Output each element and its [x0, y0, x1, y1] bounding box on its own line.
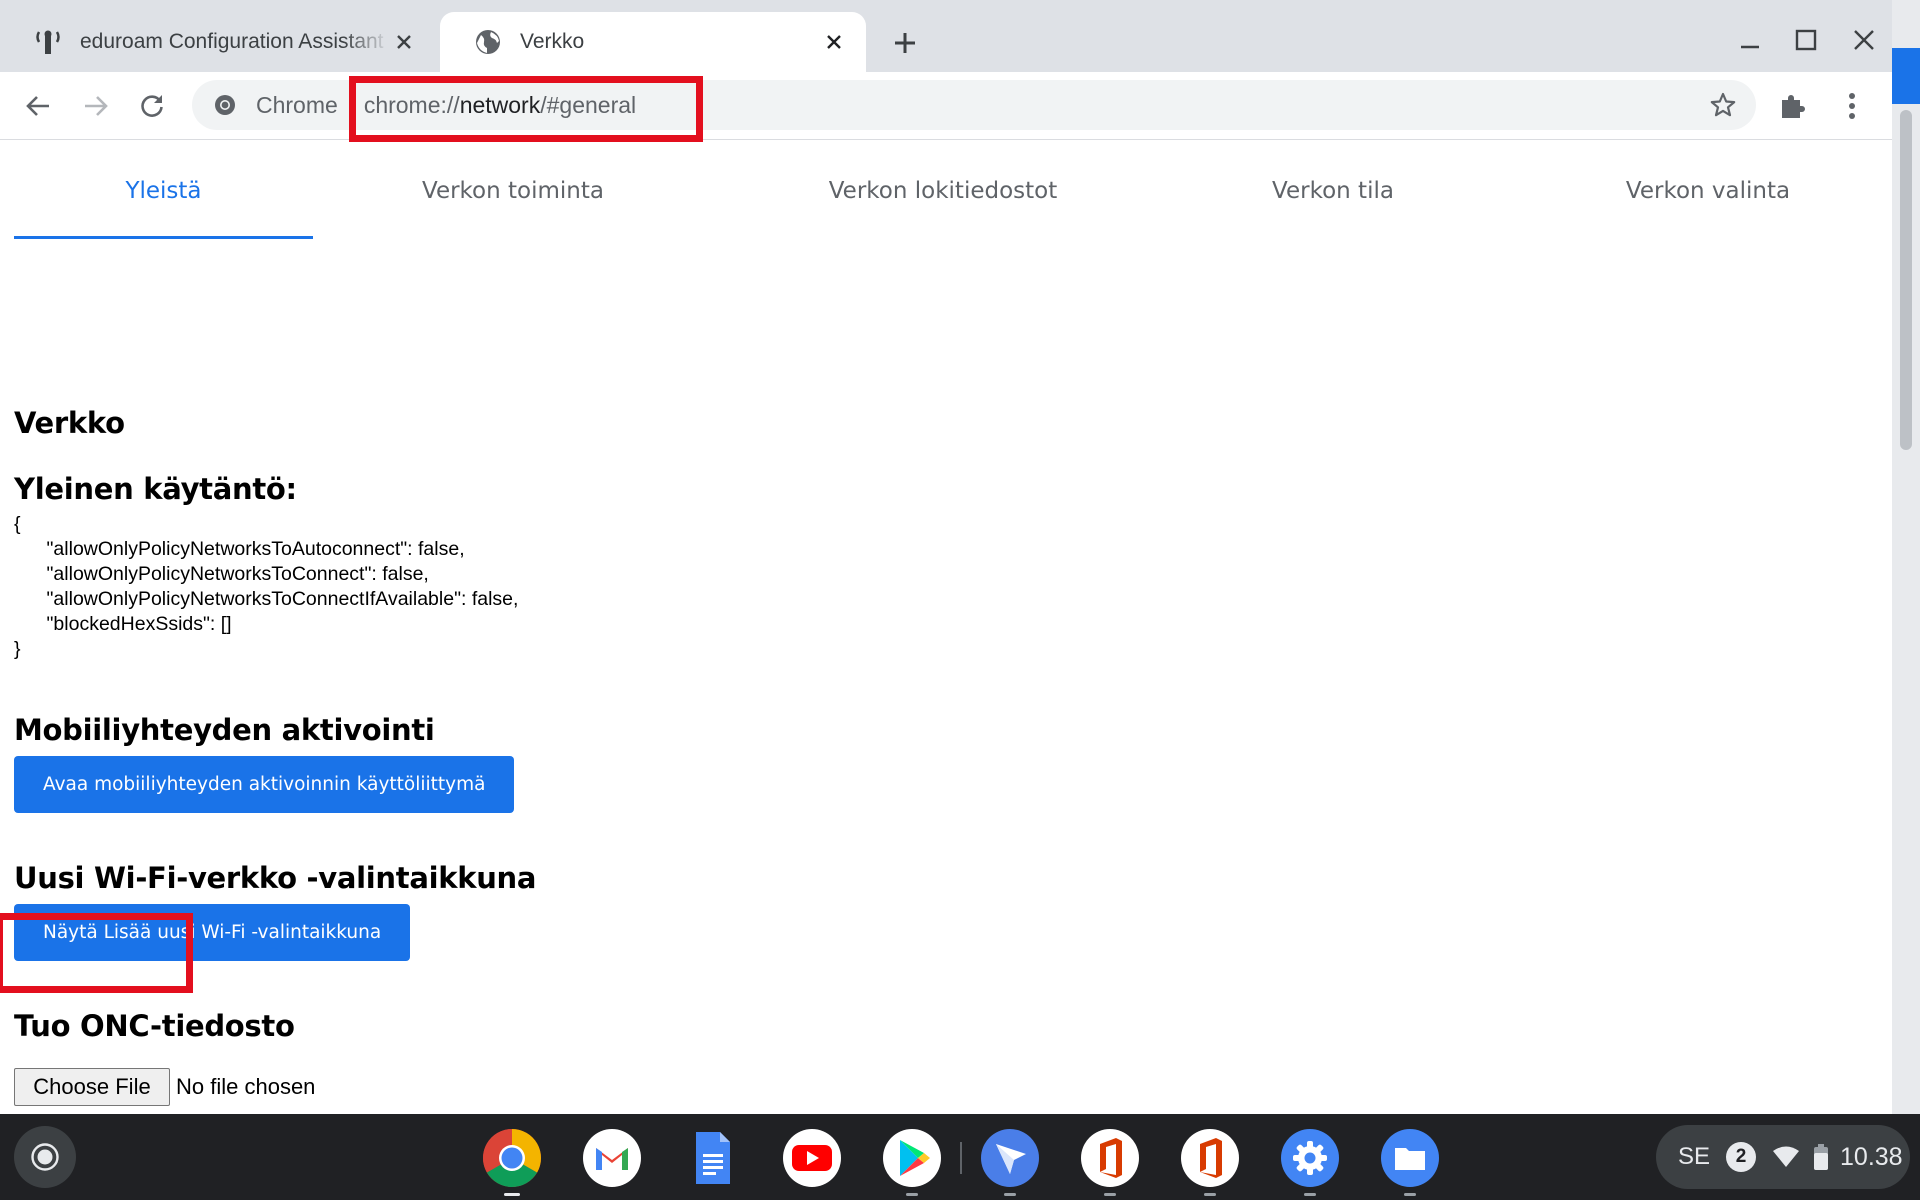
- input-language: SE: [1678, 1143, 1711, 1170]
- menu-button[interactable]: [1834, 88, 1870, 124]
- tab-verkon-tila[interactable]: Verkon tila: [1228, 178, 1438, 204]
- close-tab-icon[interactable]: [390, 28, 418, 56]
- choose-file-button[interactable]: Choose File: [14, 1068, 170, 1106]
- launcher-button[interactable]: [14, 1126, 76, 1188]
- office-app-1[interactable]: [1080, 1128, 1140, 1196]
- extensions-button[interactable]: [1774, 88, 1810, 124]
- office-icon: [1081, 1129, 1139, 1187]
- back-button[interactable]: [16, 84, 60, 128]
- eduroam-favicon-icon: [34, 28, 62, 56]
- bookmark-star-icon[interactable]: [1708, 90, 1738, 120]
- reload-icon: [141, 95, 163, 117]
- gmail-icon: [583, 1129, 641, 1187]
- running-indicator: [1404, 1193, 1416, 1196]
- notification-count-badge: 2: [1726, 1142, 1757, 1172]
- docs-app[interactable]: [682, 1128, 742, 1188]
- open-cellular-activation-button[interactable]: Avaa mobiiliyhteyden aktivoinnin käyttöl…: [14, 756, 515, 813]
- rocket-app[interactable]: [980, 1128, 1040, 1196]
- docs-icon: [696, 1132, 730, 1184]
- onc-heading: Tuo ONC-tiedosto: [14, 1009, 295, 1043]
- tab-verkon-toiminta[interactable]: Verkon toiminta: [393, 178, 633, 204]
- scrollbar[interactable]: [1900, 110, 1912, 450]
- network-tabs: Yleistä Verkon toiminta Verkon lokitiedo…: [14, 140, 1878, 240]
- chrome-logo-icon: [212, 92, 238, 118]
- play-store-app[interactable]: [882, 1128, 942, 1196]
- minimize-button[interactable]: [1728, 20, 1772, 60]
- running-indicator: [1104, 1193, 1116, 1196]
- close-window-button[interactable]: [1842, 20, 1886, 60]
- maximize-button[interactable]: [1784, 20, 1828, 60]
- tab-title: Verkko: [520, 30, 585, 53]
- tab-verkon-valinta[interactable]: Verkon valinta: [1588, 178, 1828, 204]
- running-indicator: [1304, 1193, 1316, 1196]
- arrow-right-icon: [85, 96, 108, 116]
- reload-button[interactable]: [130, 84, 174, 128]
- minimize-icon: [1741, 45, 1759, 49]
- tab-title: eduroam Configuration Assistant Tool: [80, 30, 390, 53]
- files-icon: [1381, 1129, 1439, 1187]
- forward-button[interactable]: [74, 84, 118, 128]
- page-title: Verkko: [14, 406, 125, 440]
- browser-toolbar: Chrome chrome://network/#general: [0, 72, 1892, 140]
- highlight-box-url: [349, 76, 703, 142]
- running-indicator: [1004, 1193, 1016, 1196]
- tab-yleista[interactable]: Yleistä: [14, 178, 313, 204]
- close-icon: [1854, 30, 1874, 50]
- globe-icon: [474, 28, 502, 56]
- tab-verkon-lokitiedostot[interactable]: Verkon lokitiedostot: [793, 178, 1093, 204]
- more-vertical-icon: [1849, 93, 1855, 119]
- clock: 10.38: [1840, 1142, 1903, 1171]
- background-window-edge: [1892, 0, 1920, 1114]
- rocket-app-icon: [981, 1129, 1039, 1187]
- selected-tab-indicator: [14, 236, 313, 239]
- office-icon: [1181, 1129, 1239, 1187]
- play-store-icon: [883, 1129, 941, 1187]
- running-indicator: [504, 1193, 520, 1196]
- page-content: Yleistä Verkon toiminta Verkon lokitiedo…: [0, 140, 1892, 1114]
- running-indicator: [906, 1193, 918, 1196]
- running-indicator: [1204, 1193, 1216, 1196]
- highlight-box-choose-file: [0, 913, 193, 993]
- launcher-icon: [31, 1143, 59, 1171]
- plus-icon: [895, 33, 915, 53]
- site-chip[interactable]: Chrome: [256, 92, 338, 119]
- shelf-separator: [960, 1142, 962, 1174]
- battery-icon: [1814, 1144, 1829, 1170]
- arrow-left-icon: [26, 96, 49, 116]
- chrome-app[interactable]: [482, 1128, 542, 1196]
- gmail-app[interactable]: [582, 1128, 642, 1188]
- onc-file-input[interactable]: Choose File No file chosen: [14, 1068, 315, 1106]
- close-tab-icon[interactable]: [820, 28, 848, 56]
- settings-app[interactable]: [1280, 1128, 1340, 1196]
- wifi-icon: [1772, 1145, 1800, 1169]
- chrome-icon: [483, 1129, 541, 1187]
- settings-icon: [1281, 1129, 1339, 1187]
- new-tab-button[interactable]: [888, 26, 922, 60]
- tab-verkko[interactable]: Verkko: [440, 12, 866, 72]
- policy-json: { "allowOnlyPolicyNetworksToAutoconnect"…: [14, 513, 519, 660]
- youtube-icon: [783, 1129, 841, 1187]
- office-app-2[interactable]: [1180, 1128, 1240, 1196]
- files-app[interactable]: [1380, 1128, 1440, 1196]
- maximize-icon: [1795, 29, 1817, 51]
- shelf: SE 2 10.38: [0, 1114, 1920, 1200]
- status-tray[interactable]: SE 2 10.38: [1656, 1125, 1910, 1189]
- tab-strip: eduroam Configuration Assistant Tool Ver…: [0, 0, 1892, 72]
- wifi-dialog-heading: Uusi Wi-Fi-verkko -valintaikkuna: [14, 861, 537, 895]
- tab-eduroam[interactable]: eduroam Configuration Assistant Tool: [0, 12, 436, 72]
- window-accent: [1892, 48, 1920, 104]
- policy-heading: Yleinen käytäntö:: [14, 472, 297, 506]
- youtube-app[interactable]: [782, 1128, 842, 1188]
- cellular-heading: Mobiiliyhteyden aktivointi: [14, 713, 435, 747]
- puzzle-icon: [1782, 95, 1805, 118]
- file-status: No file chosen: [176, 1074, 316, 1099]
